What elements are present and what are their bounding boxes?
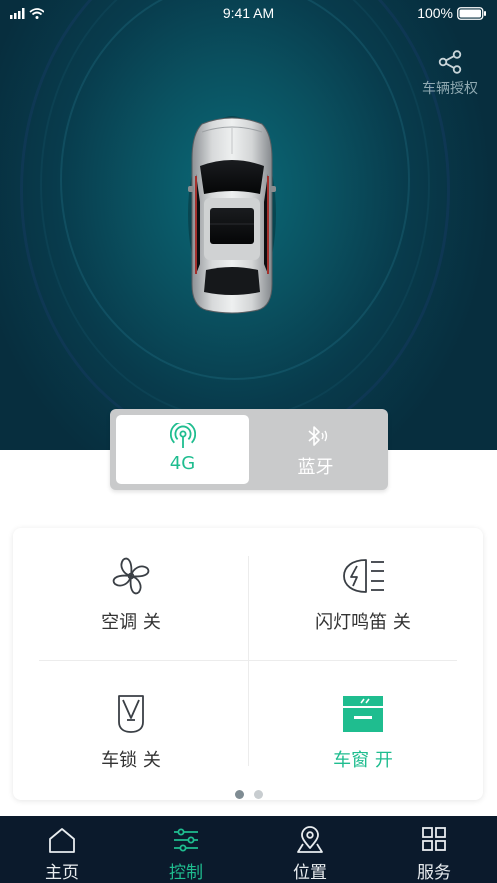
- cellular-antenna-icon: [169, 423, 196, 448]
- tab-home[interactable]: 主页: [22, 826, 102, 883]
- sliders-icon: [174, 828, 198, 852]
- car-lock-icon: [118, 695, 144, 733]
- page-dot-active[interactable]: [234, 790, 244, 799]
- car-top-view-image: [188, 116, 276, 314]
- tab-home-label: 主页: [45, 863, 79, 883]
- headlight-horn-icon: [343, 559, 384, 593]
- ac-control-label: 空调 关: [101, 612, 161, 633]
- battery-icon: [457, 7, 486, 20]
- mode-tab-4g-label: 4G: [169, 453, 196, 474]
- divider: [248, 556, 249, 766]
- flash-horn-control-label: 闪灯鸣笛 关: [315, 612, 411, 633]
- bottom-tab-bar: 主页 控制 位置 服务: [0, 816, 497, 883]
- fan-icon: [112, 557, 150, 595]
- battery-percentage: 100%: [417, 5, 453, 21]
- flash-horn-control-button[interactable]: 闪灯鸣笛 关: [263, 554, 463, 659]
- mode-tab-bluetooth-label: 蓝牙: [297, 457, 334, 478]
- tab-control-label: 控制: [169, 863, 203, 883]
- vehicle-controls-panel: 空调 关 闪灯鸣笛 关 车锁 关 车窗 开: [13, 528, 483, 800]
- lock-control-button[interactable]: 车锁 关: [31, 692, 231, 797]
- vehicle-hero: 9:41 AM 100% 车辆授权: [0, 0, 497, 450]
- vehicle-authorization-label: 车辆授权: [422, 81, 478, 97]
- divider: [39, 660, 457, 661]
- page-indicator: [0, 784, 497, 803]
- share-icon: [438, 50, 462, 74]
- ac-control-button[interactable]: 空调 关: [31, 554, 231, 659]
- status-bar: 9:41 AM 100%: [0, 0, 497, 26]
- tab-services[interactable]: 服务: [394, 826, 474, 883]
- tab-control[interactable]: 控制: [146, 826, 226, 883]
- window-control-button[interactable]: 车窗 开: [263, 692, 463, 797]
- window-icon: [343, 696, 383, 732]
- vehicle-authorization-button[interactable]: 车辆授权: [415, 50, 485, 102]
- tab-location[interactable]: 位置: [270, 826, 350, 883]
- home-icon: [49, 828, 75, 853]
- connection-mode-toggle: 4G 蓝牙: [110, 409, 388, 490]
- grid-icon: [422, 827, 446, 851]
- window-control-label: 车窗 开: [333, 750, 393, 771]
- mode-tab-bluetooth[interactable]: 蓝牙: [249, 415, 382, 484]
- tab-location-label: 位置: [293, 863, 327, 883]
- location-pin-icon: [297, 826, 323, 853]
- lock-control-label: 车锁 关: [101, 750, 161, 771]
- bluetooth-icon: [307, 426, 327, 446]
- page-dot[interactable]: [253, 790, 263, 799]
- tab-services-label: 服务: [417, 863, 451, 883]
- mode-tab-4g[interactable]: 4G: [116, 415, 249, 484]
